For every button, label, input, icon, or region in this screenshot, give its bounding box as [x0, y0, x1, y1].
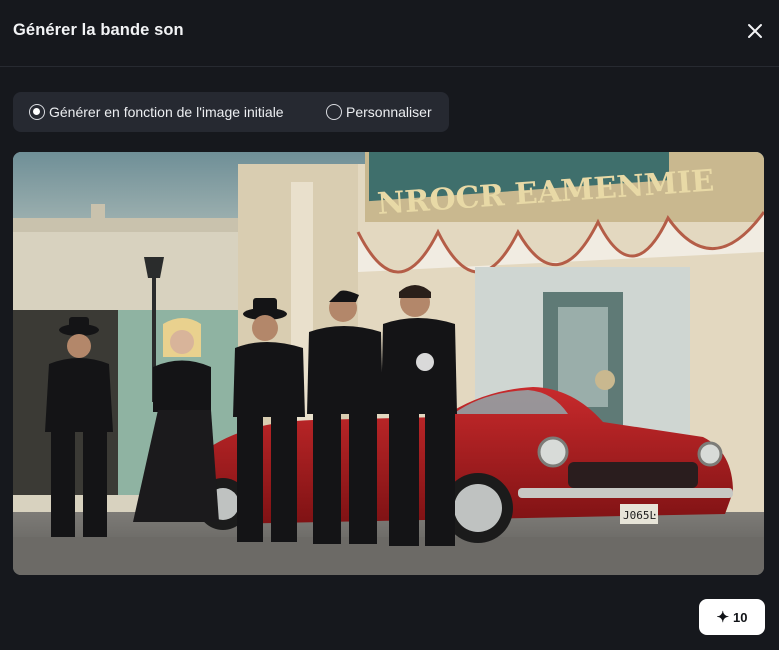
license-plate-text: J065Ŀ — [623, 509, 656, 522]
radio-option-customize[interactable]: Personnaliser — [326, 92, 432, 132]
dialog-header: Générer la bande son — [0, 0, 779, 67]
dialog-title: Générer la bande son — [13, 21, 184, 39]
radio-label-customize: Personnaliser — [346, 104, 432, 120]
radio-label-initial-image: Générer en fonction de l'image initiale — [49, 104, 284, 120]
source-image: NROCR EAMENMIE J065Ŀ — [13, 152, 764, 575]
generate-button[interactable]: ✦ 10 — [699, 599, 765, 635]
close-icon[interactable] — [743, 19, 767, 43]
generate-credits: 10 — [733, 609, 748, 625]
radio-option-initial-image[interactable]: Générer en fonction de l'image initiale — [29, 92, 284, 132]
radio-checked-icon[interactable] — [29, 104, 45, 120]
sparkle-icon: ✦ — [716, 608, 730, 626]
mode-selector: Générer en fonction de l'image initiale … — [13, 92, 449, 132]
radio-unchecked-icon[interactable] — [326, 104, 342, 120]
